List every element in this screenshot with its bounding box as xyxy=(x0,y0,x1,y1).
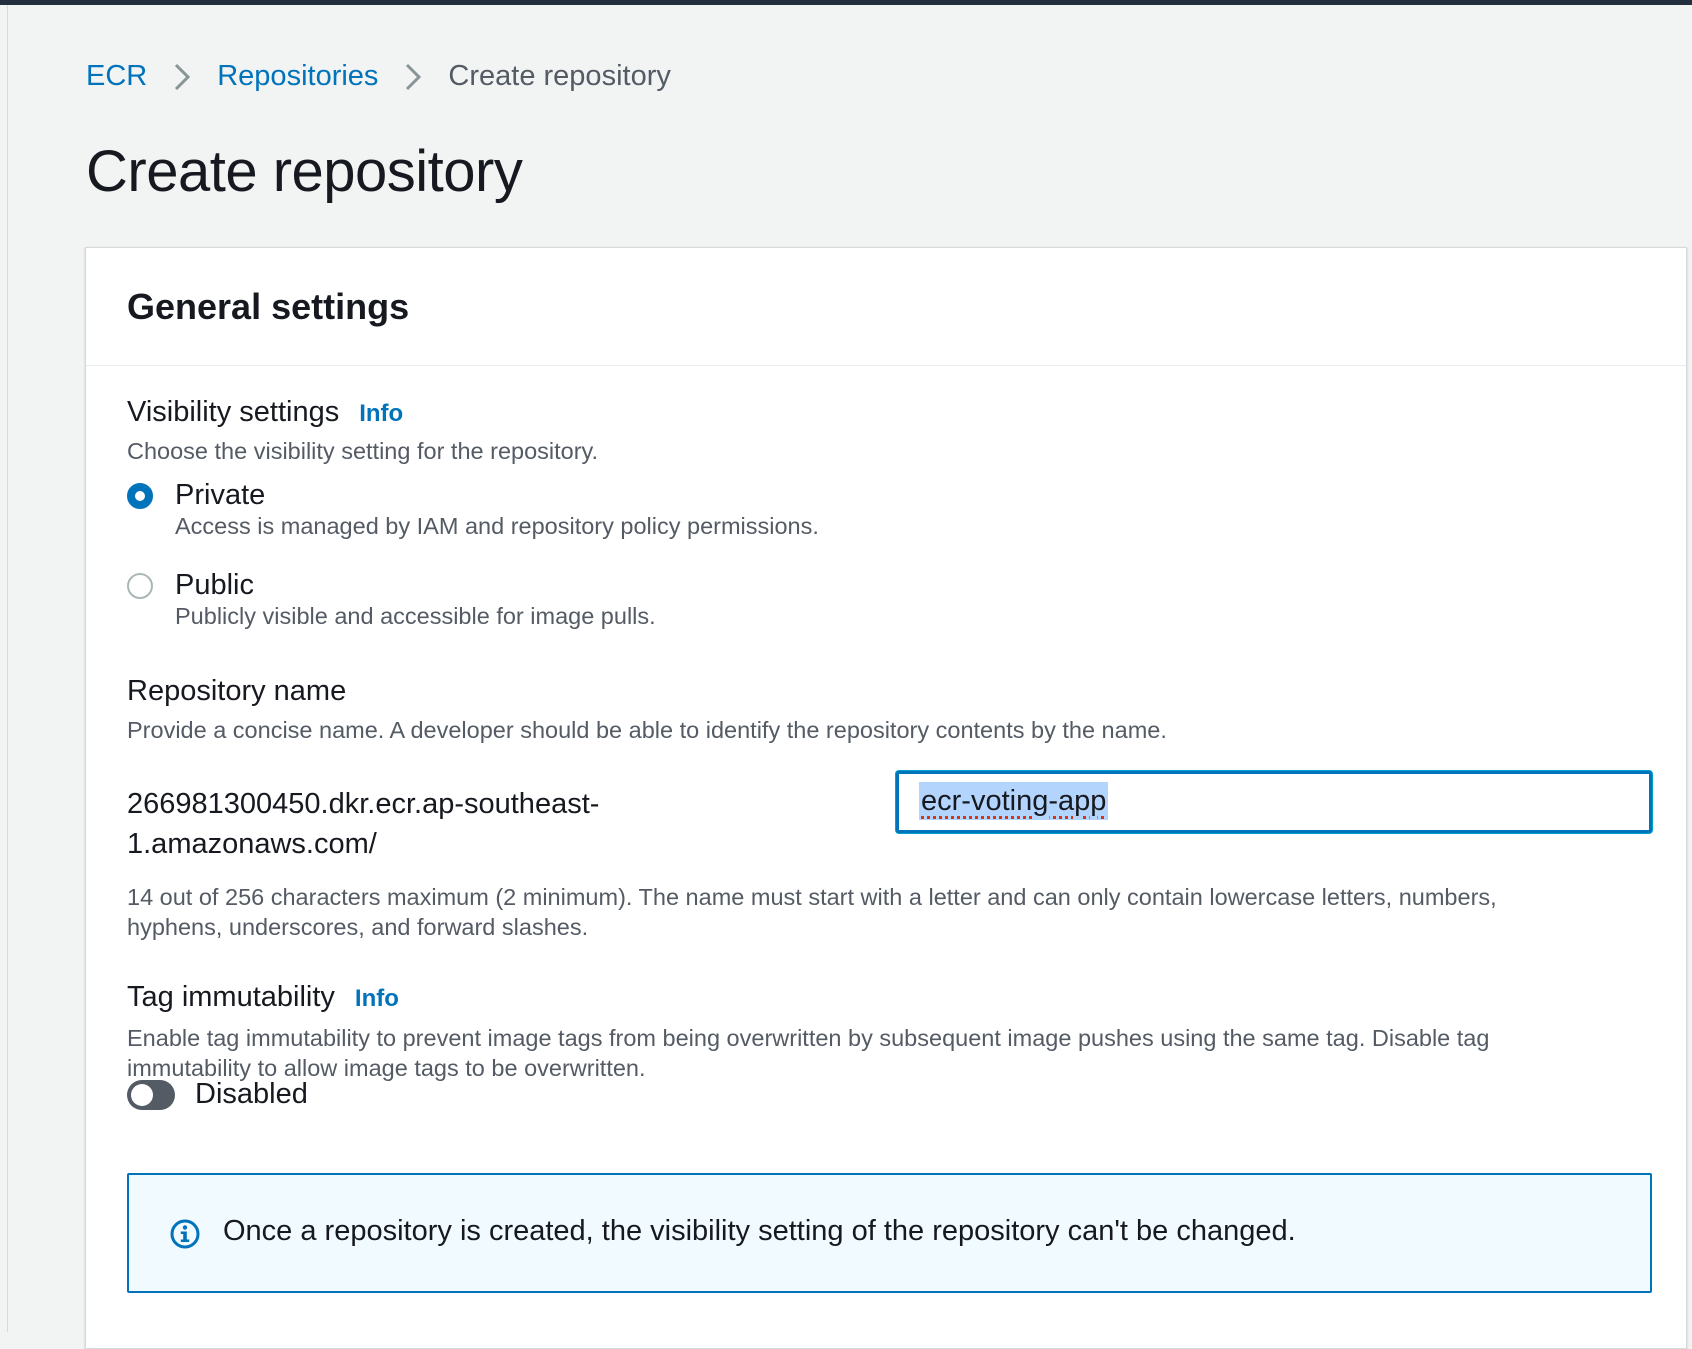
info-alert: Once a repository is created, the visibi… xyxy=(127,1173,1652,1293)
panel-title: General settings xyxy=(127,286,410,327)
repository-name-constraint-line2: hyphens, underscores, and forward slashe… xyxy=(127,914,589,940)
breadcrumb-ecr-link[interactable]: ECR xyxy=(86,60,147,93)
tag-immutability-label: Tag immutability xyxy=(127,981,335,1013)
chevron-right-icon xyxy=(147,60,217,93)
toggle-state-label: Disabled xyxy=(195,1078,308,1110)
repository-name-constraint: 14 out of 256 characters maximum (2 mini… xyxy=(127,882,1497,942)
radio-public-label[interactable]: Public xyxy=(175,569,254,602)
repository-uri-prefix: 266981300450.dkr.ecr.ap-southeast- 1.ama… xyxy=(127,784,727,864)
page-title: Create repository xyxy=(86,139,523,204)
repository-uri-prefix-line2: 1.amazonaws.com/ xyxy=(127,828,377,860)
radio-checked-icon[interactable] xyxy=(127,482,153,509)
breadcrumb-repositories-link[interactable]: Repositories xyxy=(217,60,378,93)
top-navigation-bar xyxy=(0,0,1692,5)
chevron-right-icon xyxy=(378,60,448,93)
radio-private-description: Access is managed by IAM and repository … xyxy=(175,513,819,539)
repository-name-value[interactable]: ecr-voting-app xyxy=(919,782,1109,820)
repository-uri-prefix-line1: 266981300450.dkr.ecr.ap-southeast- xyxy=(127,788,600,820)
radio-private-label[interactable]: Private xyxy=(175,479,265,512)
visibility-description: Choose the visibility setting for the re… xyxy=(127,438,599,464)
repository-name-constraint-line1: 14 out of 256 characters maximum (2 mini… xyxy=(127,884,1497,910)
tag-immutability-description-line2: immutability to allow image tags to be o… xyxy=(127,1055,646,1081)
tag-immutability-description: Enable tag immutability to prevent image… xyxy=(127,1023,1489,1083)
toggle-switch[interactable] xyxy=(127,1079,175,1110)
tag-immutability-info-link[interactable]: Info xyxy=(355,985,399,1013)
repository-name-label: Repository name xyxy=(127,675,347,707)
repository-name-label-row: Repository name xyxy=(127,675,346,708)
radio-unchecked-icon[interactable] xyxy=(127,572,153,599)
visibility-label-row: Visibility settings Info xyxy=(127,396,403,429)
toggle-knob xyxy=(131,1083,153,1106)
repository-name-input[interactable]: ecr-voting-app xyxy=(896,771,1652,833)
radio-public-description: Publicly visible and accessible for imag… xyxy=(175,603,656,629)
radio-public[interactable]: Public xyxy=(127,569,254,602)
breadcrumb: ECR Repositories Create repository xyxy=(86,56,671,96)
tag-immutability-toggle[interactable]: Disabled xyxy=(127,1078,308,1111)
general-settings-panel: General settings Visibility settings Inf… xyxy=(85,247,1687,1349)
left-divider xyxy=(7,5,8,1332)
alert-message: Once a repository is created, the visibi… xyxy=(223,1215,1296,1247)
info-circle-icon xyxy=(169,1218,201,1255)
visibility-settings-label: Visibility settings xyxy=(127,396,340,428)
radio-private[interactable]: Private xyxy=(127,479,265,512)
repository-name-description: Provide a concise name. A developer shou… xyxy=(127,717,1167,743)
visibility-info-link[interactable]: Info xyxy=(359,400,403,428)
tag-immutability-description-line1: Enable tag immutability to prevent image… xyxy=(127,1025,1490,1051)
breadcrumb-current: Create repository xyxy=(448,59,671,92)
panel-header: General settings xyxy=(86,248,1686,366)
tag-immutability-label-row: Tag immutability Info xyxy=(127,981,399,1014)
